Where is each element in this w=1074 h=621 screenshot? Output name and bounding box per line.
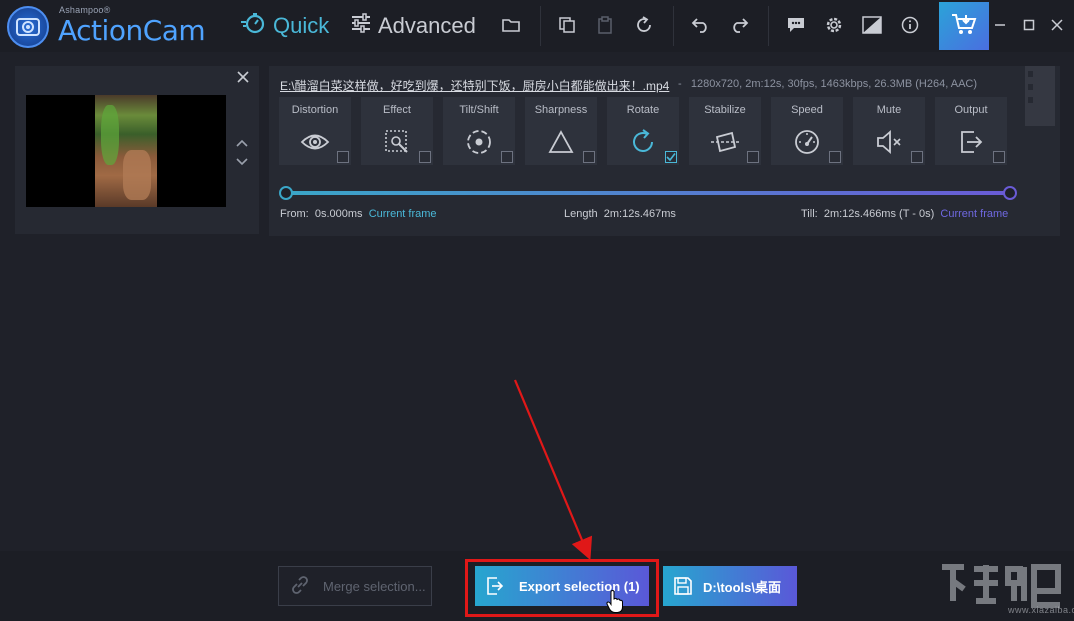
output-folder-label: D:\tools\桌面: [703, 579, 781, 595]
trim-start-handle[interactable]: [279, 186, 293, 200]
trim-slider[interactable]: [279, 185, 1017, 201]
watermark-url: www.xiazaiba.com: [1008, 605, 1074, 615]
maximize-icon[interactable]: [1018, 14, 1040, 36]
tool-rotate[interactable]: Rotate: [607, 97, 679, 165]
app-logo-icon: [7, 6, 49, 48]
link-icon: [289, 574, 311, 599]
mute-icon: [874, 127, 904, 157]
copy-icon[interactable]: [555, 13, 579, 37]
tool-checkbox[interactable]: [993, 151, 1005, 163]
tool-label: Mute: [876, 104, 902, 116]
folder-icon[interactable]: [499, 13, 523, 37]
output-folder-button[interactable]: D:\tools\桌面: [663, 566, 797, 606]
fileinfo-text: 1280x720, 2m:12s, 30fps, 1463kbps, 26.3M…: [690, 78, 978, 90]
effect-icon: [382, 127, 412, 157]
tool-buttons: Distortion Effect Tilt/Shift Sharpness R…: [279, 97, 1007, 165]
tool-label: Effect: [383, 104, 411, 116]
length-value: 2m:12s.467ms: [603, 208, 676, 220]
feedback-icon[interactable]: [784, 13, 808, 37]
tool-label: Distortion: [291, 104, 339, 116]
stopwatch-icon: [240, 11, 266, 41]
stabilize-icon: [710, 127, 740, 157]
video-frame-image: [95, 95, 157, 207]
tool-checkbox[interactable]: [911, 151, 923, 163]
till-label: Till:: [801, 208, 818, 220]
tool-output[interactable]: Output: [935, 97, 1007, 165]
tool-label: Sharpness: [534, 104, 588, 116]
from-value: 0s.000ms: [314, 208, 363, 220]
tool-checkbox-checked[interactable]: [665, 151, 677, 163]
info-icon[interactable]: [898, 13, 922, 37]
tab-quick-label: Quick: [273, 13, 330, 38]
fileinfo-separator: -: [678, 78, 682, 90]
sliders-icon: [351, 13, 371, 39]
range-till: Till: 2m:12s.466ms (T - 0s) Current fram…: [801, 208, 1008, 220]
tool-label: Output: [954, 104, 988, 116]
tool-effect[interactable]: Effect: [361, 97, 433, 165]
tool-checkbox[interactable]: [337, 151, 349, 163]
trim-slider-track: [285, 191, 1011, 195]
tool-tiltshift[interactable]: Tilt/Shift: [443, 97, 515, 165]
eye-icon: [300, 127, 330, 157]
clip-thumbnail[interactable]: [26, 95, 226, 207]
close-icon[interactable]: [1046, 14, 1068, 36]
tab-quick[interactable]: Quick: [240, 10, 329, 42]
range-from: From: 0s.000ms Current frame: [280, 208, 437, 220]
cart-button[interactable]: [939, 2, 989, 50]
triangle-icon: [546, 127, 576, 157]
move-down-icon[interactable]: [234, 155, 250, 169]
tool-checkbox[interactable]: [501, 151, 513, 163]
merge-selection-button[interactable]: Merge selection...: [278, 566, 432, 606]
merge-selection-label: Merge selection...: [323, 578, 426, 594]
save-icon: [663, 576, 703, 596]
tool-label: Rotate: [626, 104, 660, 116]
trim-end-handle[interactable]: [1003, 186, 1017, 200]
speedometer-icon: [792, 127, 822, 157]
till-current-frame-link[interactable]: Current frame: [940, 208, 1008, 220]
clip-filename[interactable]: E:\醋溜白菜这样做，好吃到爆，还特别下饭，厨房小白都能做出来！.mp4: [280, 77, 669, 94]
tiltshift-icon: [464, 127, 494, 157]
from-label: From:: [280, 208, 309, 220]
tool-label: Stabilize: [704, 104, 746, 116]
tool-checkbox[interactable]: [583, 151, 595, 163]
range-length: Length 2m:12s.467ms: [564, 208, 676, 220]
till-value: 2m:12s.466ms (T - 0s): [823, 208, 935, 220]
from-current-frame-link[interactable]: Current frame: [369, 208, 437, 220]
tool-sharpness[interactable]: Sharpness: [525, 97, 597, 165]
clip-fileinfo: - 1280x720, 2m:12s, 30fps, 1463kbps, 26.…: [678, 78, 977, 90]
tool-stabilize[interactable]: Stabilize: [689, 97, 761, 165]
tool-label: Speed: [791, 104, 823, 116]
title-bar: Ashampoo® ActionCam Quick Advanced: [0, 0, 1074, 52]
tab-advanced[interactable]: Advanced: [351, 10, 476, 42]
length-label: Length: [564, 208, 598, 220]
tool-mute[interactable]: Mute: [853, 97, 925, 165]
output-icon: [956, 127, 986, 157]
tool-label: Tilt/Shift: [459, 104, 499, 116]
tool-checkbox[interactable]: [829, 151, 841, 163]
cart-icon: [951, 12, 977, 41]
undo-icon[interactable]: [689, 13, 713, 37]
tool-checkbox[interactable]: [419, 151, 431, 163]
hand-cursor-icon: [606, 590, 623, 613]
export-icon: [475, 576, 515, 596]
reset-icon[interactable]: [632, 13, 656, 37]
tool-distortion[interactable]: Distortion: [279, 97, 351, 165]
redo-icon[interactable]: [727, 13, 751, 37]
gear-icon[interactable]: [822, 13, 846, 37]
tool-checkbox[interactable]: [747, 151, 759, 163]
tool-speed[interactable]: Speed: [771, 97, 843, 165]
clipboard-icon[interactable]: [593, 13, 617, 37]
film-strip-decoration-icon: [1025, 66, 1055, 126]
move-up-icon[interactable]: [234, 136, 250, 150]
remove-clip-icon[interactable]: [236, 70, 250, 84]
app-title: ActionCam: [58, 14, 206, 47]
compare-icon[interactable]: [860, 13, 884, 37]
rotate-icon: [628, 127, 658, 157]
tab-advanced-label: Advanced: [378, 13, 476, 38]
minimize-icon[interactable]: [989, 14, 1011, 36]
